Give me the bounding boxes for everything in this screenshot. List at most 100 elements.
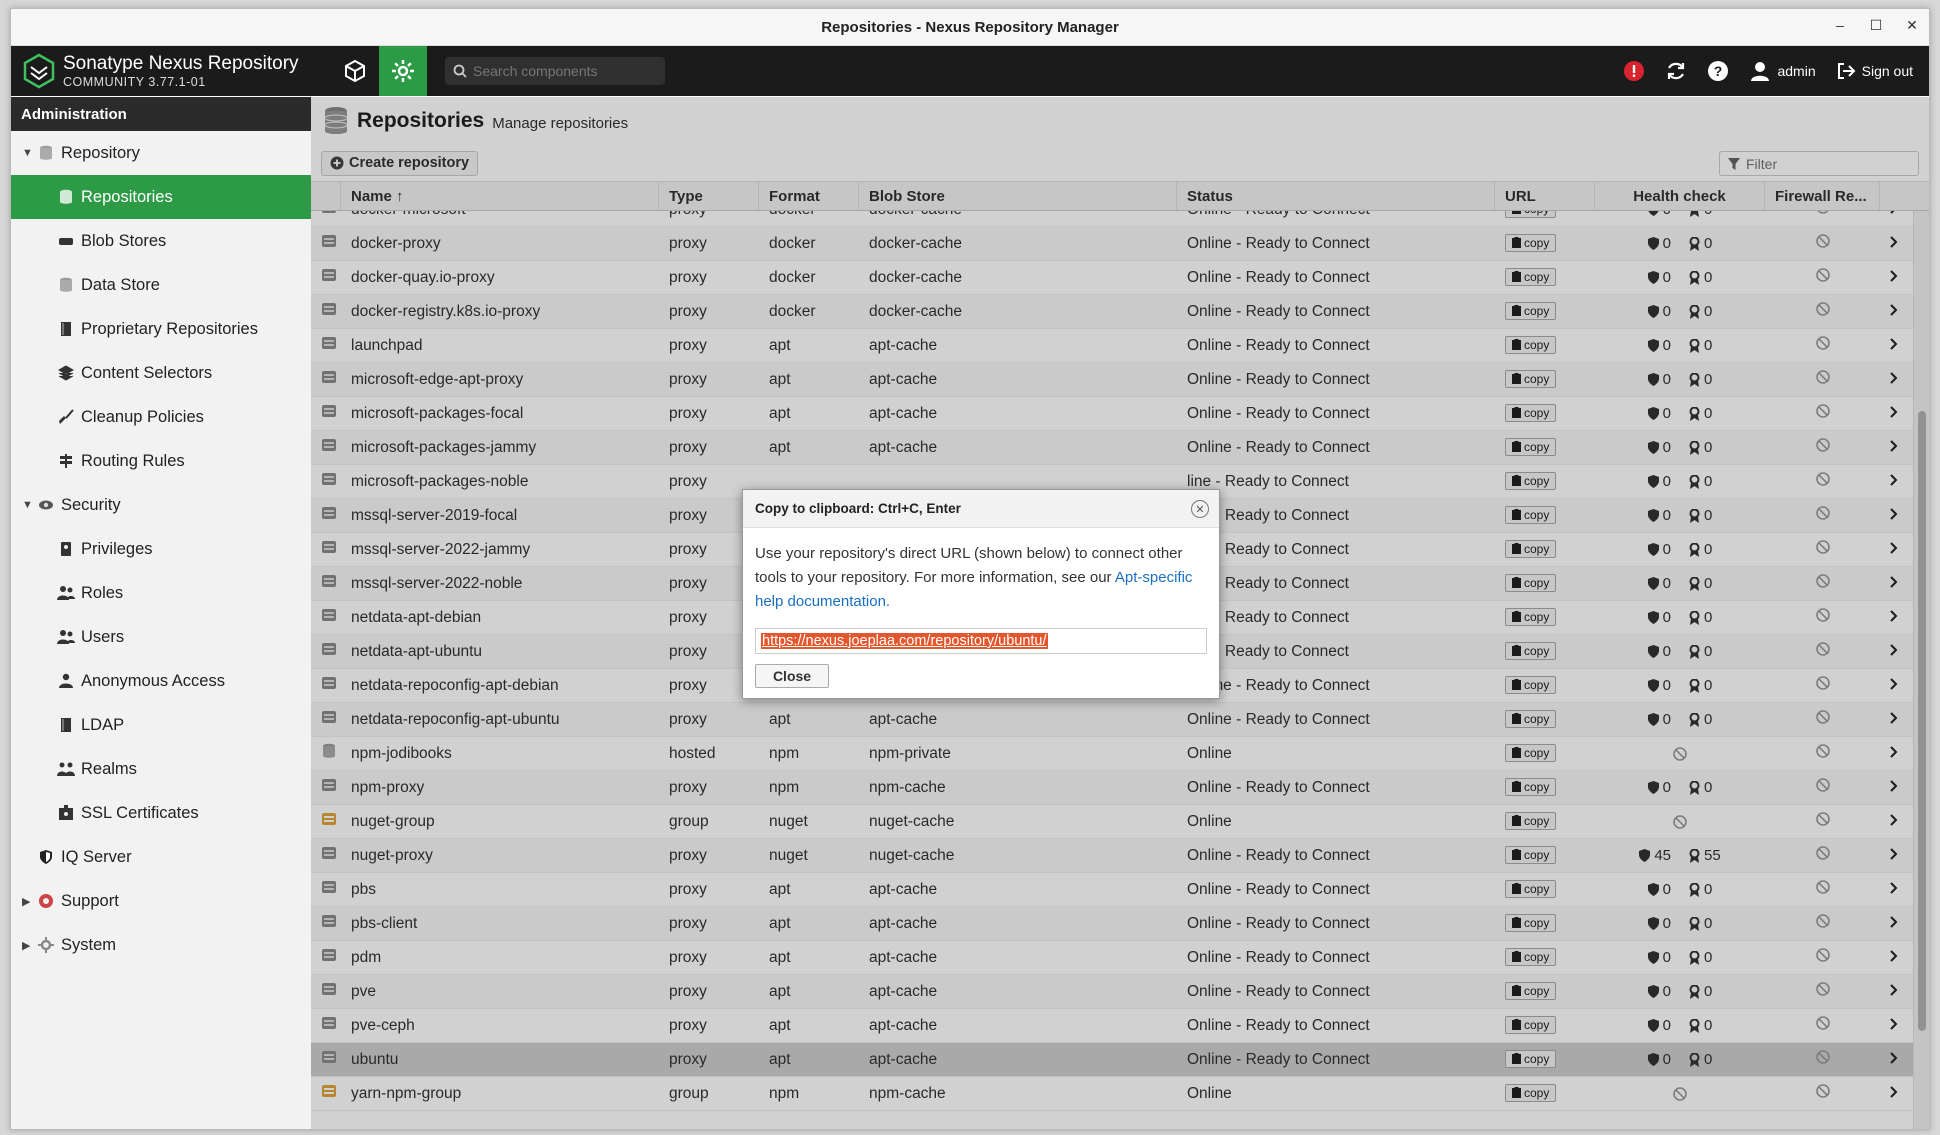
users-icon <box>57 584 75 602</box>
sidebar-item-label: SSL Certificates <box>81 803 199 822</box>
sidebar-item-label: Support <box>61 891 119 910</box>
brand[interactable]: Sonatype Nexus Repository COMMUNITY 3.77… <box>11 53 331 89</box>
sidebar-item-roles[interactable]: Roles <box>11 571 311 615</box>
sign-out-button[interactable]: Sign out <box>1836 61 1913 81</box>
sidebar-item-label: Data Store <box>81 275 160 294</box>
sidebar-item-anonymous-access[interactable]: Anonymous Access <box>11 659 311 703</box>
database-icon <box>57 188 75 206</box>
minimize-icon[interactable]: – <box>1833 17 1847 34</box>
sonatype-logo-icon <box>23 53 55 89</box>
cube-icon <box>345 59 365 83</box>
user-icon <box>1751 62 1770 81</box>
app-window: Repositories - Nexus Repository Manager … <box>10 8 1930 1130</box>
alert-icon[interactable] <box>1623 60 1645 82</box>
browse-button[interactable] <box>331 46 379 96</box>
layers-icon <box>57 364 75 382</box>
window-title: Repositories - Nexus Repository Manager <box>821 18 1119 36</box>
sidebar-item-ldap[interactable]: LDAP <box>11 703 311 747</box>
copy-url-dialog: Copy to clipboard: Ctrl+C, Enter ✕ Use y… <box>742 489 1220 699</box>
sidebar-item-ssl-certificates[interactable]: SSL Certificates <box>11 791 311 835</box>
user-icon <box>57 672 75 690</box>
sidebar-item-cleanup-policies[interactable]: Cleanup Policies <box>11 395 311 439</box>
dialog-body: Use your repository's direct URL (shown … <box>743 528 1219 614</box>
gear-icon <box>37 936 55 954</box>
title-bar: Repositories - Nexus Repository Manager … <box>11 9 1929 46</box>
url-value[interactable]: https://nexus.joeplaa.com/repository/ubu… <box>761 633 1048 649</box>
window-controls: – ☐ ✕ <box>1833 17 1919 34</box>
caret-right-icon[interactable]: ▶ <box>22 895 30 908</box>
sidebar-item-routing-rules[interactable]: Routing Rules <box>11 439 311 483</box>
sidebar-item-system[interactable]: ▶ System <box>11 923 311 967</box>
signpost-icon <box>57 452 75 470</box>
sidebar-item-label: Users <box>81 627 125 646</box>
certificate-icon <box>57 804 75 822</box>
gear-icon <box>392 60 414 82</box>
maximize-icon[interactable]: ☐ <box>1869 17 1883 34</box>
help-icon[interactable]: ? <box>1707 60 1729 82</box>
top-header: Sonatype Nexus Repository COMMUNITY 3.77… <box>11 46 1929 96</box>
sidebar-item-label: Roles <box>81 583 124 602</box>
broom-icon <box>57 408 75 426</box>
sidebar-item-label: Security <box>61 495 121 514</box>
badge-icon <box>57 540 75 558</box>
caret-right-icon[interactable]: ▶ <box>22 939 30 952</box>
user-name: admin <box>1777 63 1816 79</box>
shield-icon <box>37 848 55 866</box>
close-icon[interactable]: ✕ <box>1191 500 1209 518</box>
sidebar-item-label: Routing Rules <box>81 451 185 470</box>
sidebar-item-privileges[interactable]: Privileges <box>11 527 311 571</box>
sidebar-item-label: Privileges <box>81 539 153 558</box>
users-icon <box>57 628 75 646</box>
sidebar-item-content-selectors[interactable]: Content Selectors <box>11 351 311 395</box>
book-icon <box>57 716 75 734</box>
brand-name: Sonatype Nexus Repository <box>63 53 299 74</box>
caret-down-icon[interactable]: ▼ <box>22 147 33 159</box>
sidebar-item-repository[interactable]: ▼ Repository <box>11 131 311 175</box>
book-icon <box>57 320 75 338</box>
sidebar-item-label: IQ Server <box>61 847 132 866</box>
sidebar-item-proprietary-repositories[interactable]: Proprietary Repositories <box>11 307 311 351</box>
sidebar-item-label: Cleanup Policies <box>81 407 204 426</box>
search-box[interactable] <box>445 57 665 85</box>
storage-icon <box>57 232 75 250</box>
realms-icon <box>57 760 75 778</box>
sidebar-item-label: Content Selectors <box>81 363 213 382</box>
svg-text:?: ? <box>1714 63 1723 79</box>
sidebar-item-iq-server[interactable]: IQ Server <box>11 835 311 879</box>
search-icon <box>453 64 467 78</box>
close-button[interactable]: Close <box>755 664 829 688</box>
sidebar-item-label: Repository <box>61 143 140 162</box>
admin-sidebar: Administration ▼ Repository Repositories Bl… <box>11 97 311 1129</box>
dialog-header: Copy to clipboard: Ctrl+C, Enter ✕ <box>743 490 1219 528</box>
sidebar-item-label: Blob Stores <box>81 231 167 250</box>
sidebar-item-realms[interactable]: Realms <box>11 747 311 791</box>
sidebar-item-support[interactable]: ▶ Support <box>11 879 311 923</box>
sidebar-item-label: Proprietary Repositories <box>81 319 258 338</box>
administration-button[interactable] <box>379 46 427 96</box>
sidebar-item-blob-stores[interactable]: Blob Stores <box>11 219 311 263</box>
sign-out-label: Sign out <box>1861 63 1913 79</box>
dialog-title: Copy to clipboard: Ctrl+C, Enter <box>755 501 961 516</box>
url-field[interactable]: https://nexus.joeplaa.com/repository/ubu… <box>755 628 1207 654</box>
eye-icon <box>37 496 55 514</box>
user-menu[interactable]: admin <box>1749 60 1816 82</box>
sidebar-item-security[interactable]: ▼ Security <box>11 483 311 527</box>
search-input[interactable] <box>473 63 653 79</box>
sidebar-item-label: LDAP <box>81 715 125 734</box>
close-window-icon[interactable]: ✕ <box>1905 17 1919 34</box>
sidebar-item-users[interactable]: Users <box>11 615 311 659</box>
caret-down-icon[interactable]: ▼ <box>22 499 33 511</box>
database-icon <box>37 144 55 162</box>
sidebar-item-repositories[interactable]: Repositories <box>11 175 311 219</box>
sidebar-item-label: Repositories <box>81 187 173 206</box>
sidebar-nav: ▼ Repository Repositories Blob Stores Data S… <box>11 131 311 967</box>
brand-version: COMMUNITY 3.77.1-01 <box>63 75 206 89</box>
sidebar-item-label: Realms <box>81 759 137 778</box>
sidebar-item-label: Anonymous Access <box>81 671 225 690</box>
database-icon <box>57 276 75 294</box>
sidebar-title: Administration <box>11 97 311 131</box>
refresh-icon[interactable] <box>1665 60 1687 82</box>
lifebuoy-icon <box>37 892 55 910</box>
sign-out-icon <box>1837 63 1856 79</box>
sidebar-item-data-store[interactable]: Data Store <box>11 263 311 307</box>
